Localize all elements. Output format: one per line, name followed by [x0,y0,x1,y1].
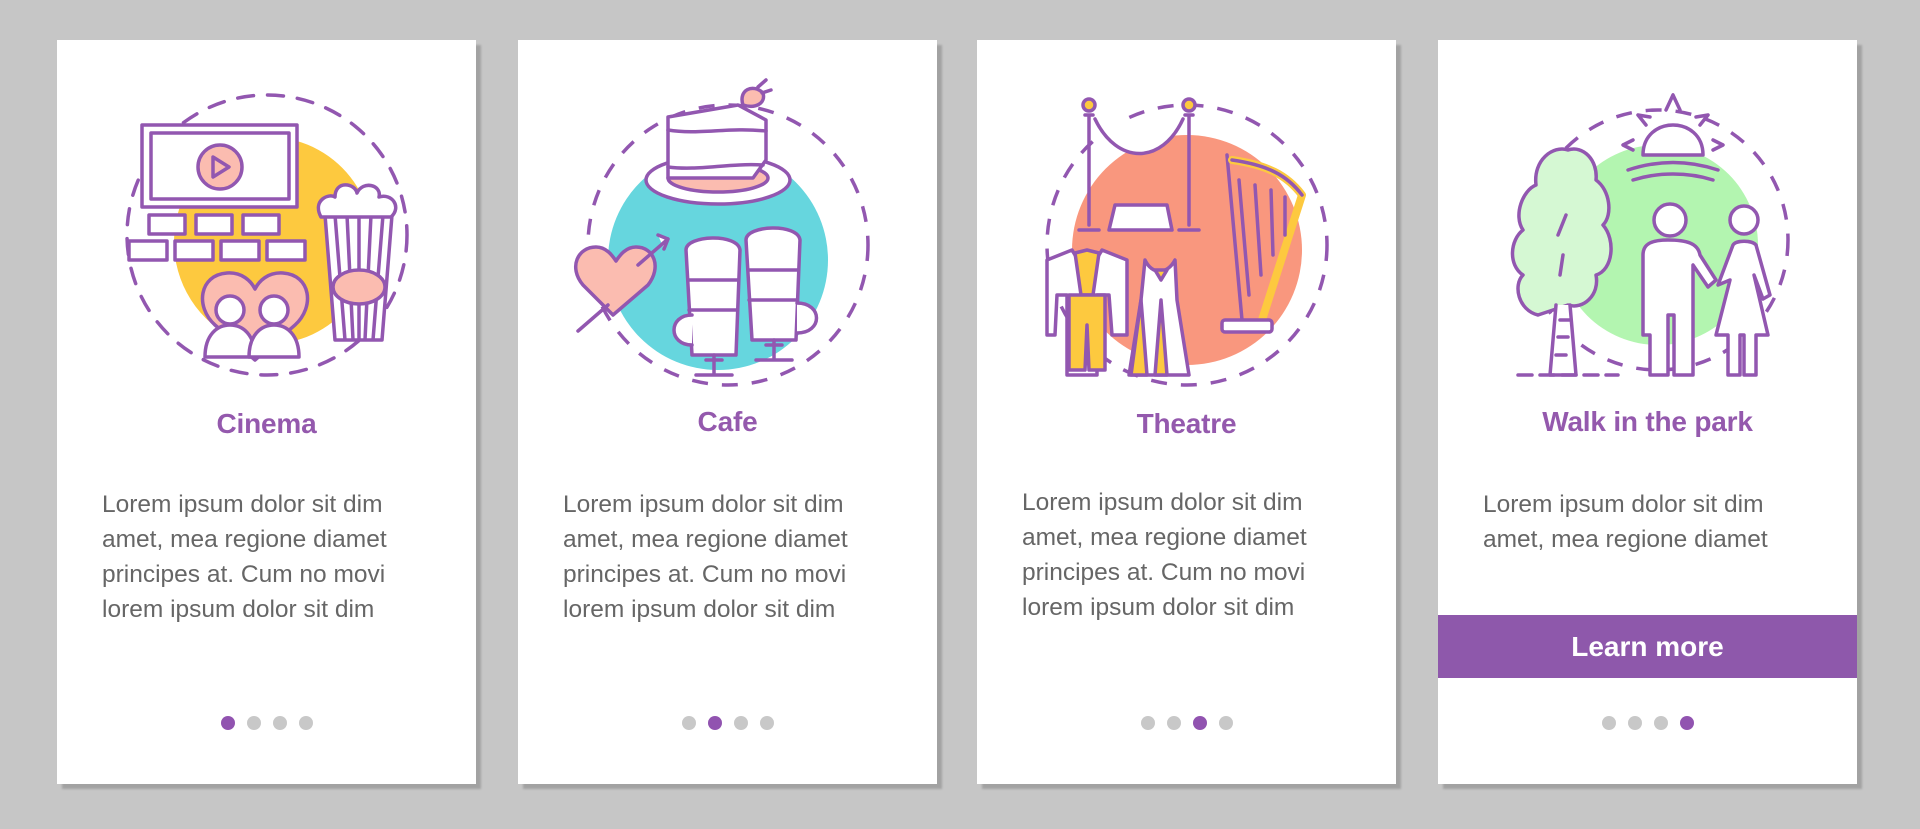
card-title: Theatre [1136,408,1237,439]
page-dot-2-active[interactable] [707,716,722,730]
card-title: Walk in the park [1542,406,1753,437]
onboarding-card-cinema: Cinema Lorem ipsum dolor sit dim amet, m… [57,40,476,784]
learn-more-button[interactable]: Learn more [1438,615,1857,678]
cinema-illustration-icon [107,75,427,415]
page-dot-1-active[interactable] [220,716,235,730]
page-indicator [977,716,1396,730]
onboarding-card-cafe: Cafe Lorem ipsum dolor sit dim amet, mea… [518,40,937,784]
park-walk-illustration-icon [1488,75,1808,415]
page-indicator [1438,716,1857,730]
page-dot-1[interactable] [681,716,696,730]
page-dot-3-active[interactable] [1192,716,1207,730]
page-dot-4[interactable] [1218,716,1233,730]
card-description: Lorem ipsum dolor sit dim amet, mea regi… [102,491,387,623]
page-indicator [57,716,476,730]
page-dot-4[interactable] [759,716,774,730]
page-dot-2[interactable] [246,716,261,730]
card-title: Cinema [216,408,317,439]
page-dot-3[interactable] [733,716,748,730]
card-title: Cafe [697,406,758,437]
page-indicator [518,716,937,730]
page-dot-3[interactable] [1653,716,1668,730]
onboarding-card-park: Walk in the park Lorem ipsum dolor sit d… [1438,40,1857,784]
theatre-illustration-icon [1027,75,1347,415]
page-dot-1[interactable] [1601,716,1616,730]
page-dot-3[interactable] [272,716,287,730]
page-dot-2[interactable] [1166,716,1181,730]
card-description: Lorem ipsum dolor sit dim amet, mea regi… [563,491,848,623]
page-dot-2[interactable] [1627,716,1642,730]
page-dot-1[interactable] [1140,716,1155,730]
page-dot-4[interactable] [298,716,313,730]
page-dot-4-active[interactable] [1679,716,1694,730]
onboarding-card-theatre: Theatre Lorem ipsum dolor sit dim amet, … [977,40,1396,784]
card-description: Lorem ipsum dolor sit dim amet, mea regi… [1483,491,1768,553]
card-description: Lorem ipsum dolor sit dim amet, mea regi… [1022,489,1307,621]
cafe-illustration-icon [568,75,888,415]
